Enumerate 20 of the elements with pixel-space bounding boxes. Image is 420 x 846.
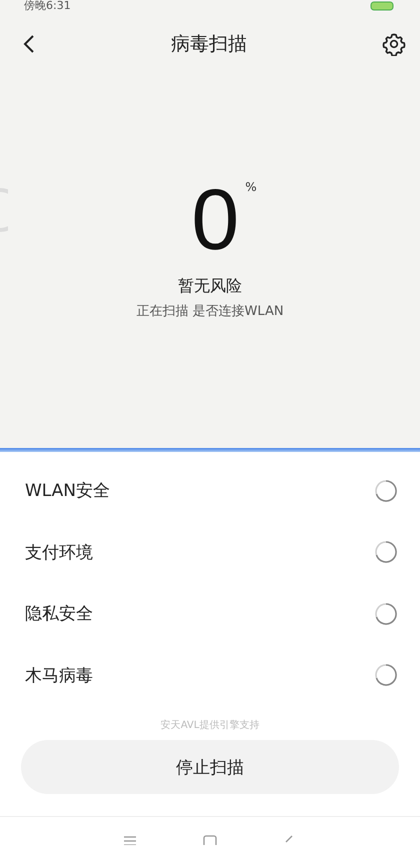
check-label: WLAN安全 xyxy=(25,480,110,502)
percent-unit: % xyxy=(245,180,257,194)
status-time: 傍晚6:31 xyxy=(24,0,71,12)
spinner-icon xyxy=(374,602,398,626)
engine-note: 安天AVL提供引擎支持 xyxy=(160,718,260,732)
settings-icon[interactable] xyxy=(382,32,406,56)
home-icon[interactable] xyxy=(203,835,217,845)
check-label: 隐私安全 xyxy=(25,603,93,626)
risk-status: 暂无风险 xyxy=(178,276,242,297)
spinner-icon xyxy=(374,540,398,564)
battery-icon xyxy=(370,1,396,11)
check-label: 木马病毒 xyxy=(25,664,93,687)
menu-icon[interactable] xyxy=(123,835,137,845)
spinner-icon xyxy=(374,478,398,503)
scan-detail: 正在扫描 是否连接WLAN xyxy=(136,303,284,320)
spinner-icon xyxy=(374,663,398,688)
stop-scan-button[interactable]: 停止扫描 xyxy=(21,740,399,794)
progress-percent: 0 xyxy=(191,180,240,260)
page-title: 病毒扫描 xyxy=(171,32,247,57)
check-label: 支付环境 xyxy=(25,542,93,564)
